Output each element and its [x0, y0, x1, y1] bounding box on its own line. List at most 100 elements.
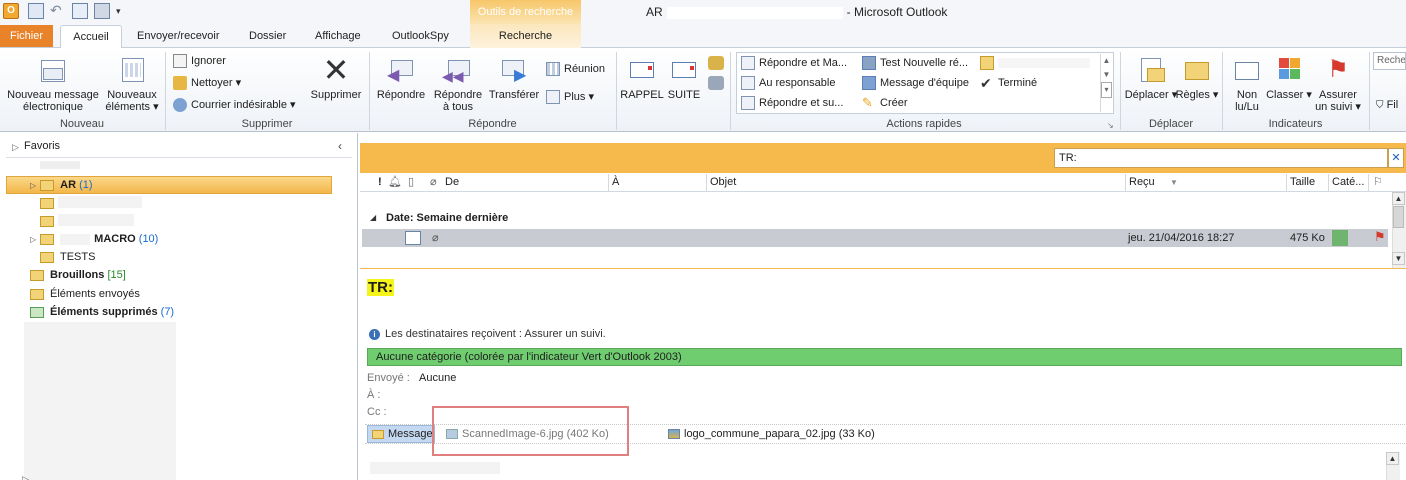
- new-items-button[interactable]: Nouveaux éléments ▾: [104, 54, 160, 113]
- folder-name: AR: [60, 179, 77, 191]
- flag-status-column-icon[interactable]: ⚐: [1373, 175, 1383, 190]
- folder-tests[interactable]: TESTS: [40, 248, 95, 266]
- quick-step-label: Au responsable: [759, 77, 836, 89]
- send-receive-icon[interactable]: [28, 3, 44, 19]
- quick-step-item[interactable]: Au responsable: [741, 74, 835, 92]
- tab-outlookspy[interactable]: OutlookSpy: [382, 26, 459, 48]
- quick-step-icon: [741, 76, 755, 91]
- follow-up-button[interactable]: ⚑ Assurer un suivi ▾: [1310, 54, 1366, 113]
- folder-supprimes[interactable]: Éléments supprimés (7): [30, 303, 174, 321]
- quick-step-item[interactable]: ✔ Terminé: [980, 74, 1037, 92]
- rules-button[interactable]: Règles ▾: [1174, 54, 1220, 101]
- scroll-up-icon[interactable]: ▲: [1392, 192, 1405, 205]
- undo-icon[interactable]: ↶: [50, 3, 66, 19]
- column-divider[interactable]: [1125, 174, 1126, 191]
- folder-icon[interactable]: [980, 56, 994, 70]
- print-icon[interactable]: [94, 3, 110, 19]
- rappel-button[interactable]: RAPPEL: [620, 58, 664, 101]
- macro-icon-2[interactable]: [708, 76, 724, 90]
- clear-search-button[interactable]: ✕: [1388, 148, 1404, 168]
- search-input[interactable]: TR:: [1054, 148, 1388, 168]
- group-header[interactable]: Date: Semaine dernière: [386, 212, 508, 224]
- folder-redacted[interactable]: [40, 194, 60, 212]
- scroll-thumb[interactable]: [1393, 206, 1404, 228]
- quick-steps-scrollbar[interactable]: ▲ ▼ ▾: [1100, 54, 1112, 112]
- folder-name: MACRO: [94, 233, 136, 245]
- reminder-column-icon[interactable]: 🔔︎: [388, 175, 402, 190]
- cleanup-button[interactable]: Nettoyer ▾: [173, 74, 241, 92]
- quick-step-item[interactable]: Répondre et su...: [741, 94, 843, 112]
- column-a[interactable]: À: [612, 175, 619, 190]
- macro-icon-1[interactable]: [708, 56, 724, 70]
- customize-qat-icon[interactable]: ▾: [116, 3, 132, 19]
- infobar-text[interactable]: Les destinataires reçoivent : Assurer un…: [385, 328, 606, 340]
- dialog-launcher-icon[interactable]: ↘: [1107, 121, 1114, 130]
- column-categories[interactable]: Caté...: [1332, 175, 1364, 190]
- unread-read-button[interactable]: Non lu/Lu: [1226, 54, 1268, 113]
- scroll-down-icon[interactable]: ▼: [1392, 252, 1405, 265]
- column-taille[interactable]: Taille: [1290, 175, 1315, 190]
- reply-all-button[interactable]: ◀◀ Répondre à tous: [430, 54, 486, 113]
- followup-flag-icon[interactable]: ⚑: [1374, 229, 1386, 245]
- column-divider[interactable]: [706, 174, 707, 191]
- outlook-logo-icon[interactable]: O: [3, 3, 19, 19]
- tab-affichage[interactable]: Affichage: [305, 26, 371, 48]
- column-divider[interactable]: [608, 174, 609, 191]
- tab-recherche[interactable]: Recherche: [470, 24, 581, 48]
- folder-ar[interactable]: ▷ AR (1): [30, 176, 93, 194]
- tab-fichier[interactable]: Fichier: [0, 25, 53, 47]
- column-de[interactable]: De: [445, 175, 459, 190]
- group-separator: [1369, 52, 1370, 130]
- tab-accueil[interactable]: Accueil: [60, 25, 122, 49]
- expand-icon[interactable]: ▷: [22, 474, 29, 480]
- column-recu[interactable]: Reçu: [1129, 175, 1155, 190]
- attachment-item[interactable]: logo_commune_papara_02.jpg (33 Ko): [668, 428, 875, 440]
- suite-button[interactable]: SUITE: [664, 58, 704, 101]
- item-type-column-icon[interactable]: ▯: [408, 175, 414, 190]
- forward-button[interactable]: ▶ Transférer: [486, 54, 542, 101]
- scroll-up-icon[interactable]: ▲: [1101, 54, 1112, 68]
- favorites-expand-icon[interactable]: ▷: [12, 142, 19, 153]
- collapse-pane-icon[interactable]: ‹: [338, 139, 342, 153]
- redacted-block: [58, 214, 134, 226]
- ignore-button[interactable]: Ignorer: [173, 52, 226, 70]
- quick-step-item[interactable]: Test Nouvelle ré...: [862, 54, 968, 72]
- junk-button[interactable]: Courrier indésirable ▾: [173, 96, 296, 114]
- folder-envoyes[interactable]: Éléments envoyés: [30, 285, 140, 303]
- column-divider[interactable]: [1328, 174, 1329, 191]
- search-people-input[interactable]: Reche: [1373, 52, 1406, 70]
- tab-dossier[interactable]: Dossier: [239, 26, 296, 48]
- categorize-button[interactable]: Classer ▾: [1266, 54, 1312, 101]
- folder-icon: [40, 251, 54, 263]
- favorites-header[interactable]: Favoris: [24, 140, 60, 152]
- message-tab[interactable]: Message: [367, 425, 435, 443]
- group-collapse-icon[interactable]: ◢: [370, 213, 376, 222]
- move-button[interactable]: Déplacer ▾: [1124, 54, 1178, 101]
- scroll-up-icon[interactable]: ▲: [1386, 452, 1399, 465]
- quick-step-item[interactable]: Répondre et Ma...: [741, 54, 847, 72]
- folder-macro[interactable]: ▷ MACRO (10): [30, 230, 158, 248]
- folder-redacted[interactable]: [40, 212, 60, 230]
- expand-icon: ▷: [30, 181, 37, 190]
- redacted-block: [60, 233, 91, 245]
- column-divider[interactable]: [1368, 174, 1369, 191]
- delete-button[interactable]: ✕ Supprimer: [306, 54, 366, 101]
- folder-brouillons[interactable]: Brouillons [15]: [30, 266, 126, 284]
- column-divider[interactable]: [1286, 174, 1287, 191]
- quick-step-item[interactable]: Message d'équipe: [862, 74, 969, 92]
- print-preview-icon[interactable]: [72, 3, 88, 19]
- attachment-column-icon[interactable]: ⌀: [430, 175, 437, 190]
- meeting-button[interactable]: Réunion: [546, 60, 605, 78]
- envelope-icon: [372, 429, 384, 439]
- scroll-down-icon[interactable]: ▼: [1101, 68, 1112, 82]
- quick-step-item[interactable]: ✎ Créer: [862, 94, 908, 112]
- more-button[interactable]: Plus ▾: [546, 88, 594, 106]
- divider: [6, 157, 352, 158]
- new-email-button[interactable]: Nouveau message électronique: [4, 54, 102, 113]
- filter-button[interactable]: ⛉ Fil: [1376, 96, 1398, 114]
- column-objet[interactable]: Objet: [710, 175, 736, 190]
- importance-column-icon[interactable]: !: [378, 175, 382, 190]
- expand-gallery-icon[interactable]: ▾: [1101, 82, 1112, 98]
- reply-button[interactable]: ◀ Répondre: [373, 54, 429, 101]
- tab-envoyer-recevoir[interactable]: Envoyer/recevoir: [127, 26, 230, 48]
